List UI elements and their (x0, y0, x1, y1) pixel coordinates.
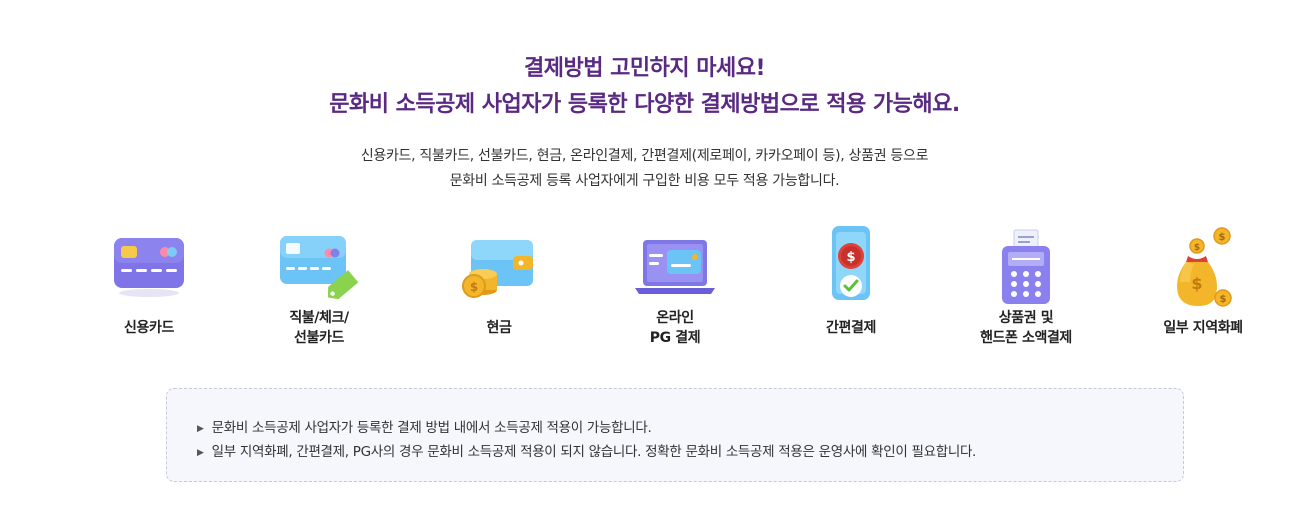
notice-item: ▶ 일부 지역화폐, 간편결제, PG사의 경우 문화비 소득공제 적용이 되지 … (197, 440, 976, 460)
method-label: 직불/체크/ 선불카드 (289, 310, 349, 346)
cash-icon: $ (461, 236, 537, 304)
svg-text:$: $ (846, 250, 855, 265)
bullet-arrow-icon: ▶ (197, 424, 204, 434)
online-payment-icon (635, 238, 715, 302)
notice-item: ▶ 문화비 소득공제 사업자가 등록한 결제 방법 내에서 소득공제 적용이 가능… (197, 416, 652, 436)
payment-methods: 신용카드 직불/체크/ 선불카드 $ 현금 온라인 PG 결제 $ 간편결제 상… (0, 222, 1289, 362)
headline-line2: 문화비 소득공제 사업자가 등록한 다양한 결제방법으로 적용 가능해요. (329, 92, 960, 117)
description-line1: 신용카드, 직불카드, 선불카드, 현금, 온라인결제, 간편결제(제로페이, … (360, 148, 929, 164)
method-label: 현금 (486, 320, 512, 336)
debit-card-icon (278, 234, 360, 306)
notice-box: ▶ 문화비 소득공제 사업자가 등록한 결제 방법 내에서 소득공제 적용이 가능… (166, 388, 1184, 482)
svg-text:$: $ (1220, 294, 1227, 305)
method-label: 온라인 PG 결제 (649, 310, 701, 346)
method-label: 신용카드 (124, 320, 174, 336)
svg-text:$: $ (1191, 274, 1202, 293)
svg-text:$: $ (470, 280, 478, 294)
method-label: 상품권 및 핸드폰 소액결제 (980, 310, 1072, 346)
voucher-terminal-icon (998, 228, 1054, 312)
notice-text: 일부 지역화폐, 간편결제, PG사의 경우 문화비 소득공제 적용이 되지 않… (211, 444, 977, 460)
description-line2: 문화비 소득공제 등록 사업자에게 구입한 비용 모두 적용 가능합니다. (449, 173, 840, 189)
svg-text:$: $ (1194, 243, 1200, 253)
method-label: 일부 지역화폐 (1163, 320, 1243, 336)
notice-text: 문화비 소득공제 사업자가 등록한 결제 방법 내에서 소득공제 적용이 가능합… (211, 420, 652, 436)
local-currency-icon: $ $ $ $ (1170, 226, 1236, 312)
bullet-arrow-icon: ▶ (197, 448, 204, 458)
headline-line1: 결제방법 고민하지 마세요! (524, 56, 766, 81)
mobile-payment-icon: $ (826, 224, 876, 308)
credit-card-icon (112, 236, 186, 302)
method-label: 간편결제 (826, 320, 876, 336)
svg-text:$: $ (1219, 232, 1226, 243)
